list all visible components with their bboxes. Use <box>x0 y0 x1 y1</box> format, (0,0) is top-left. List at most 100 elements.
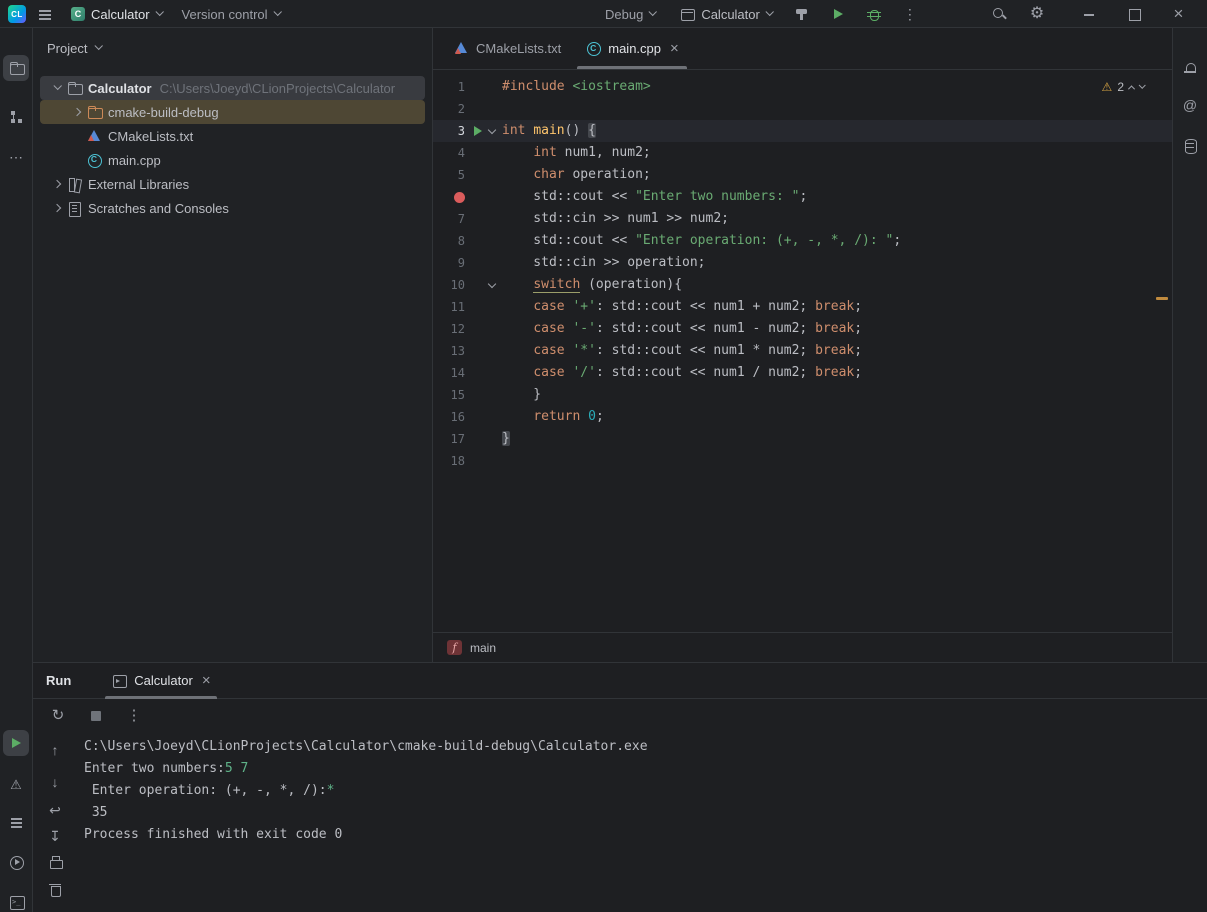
code-line-6[interactable]: std::cout << "Enter two numbers: "; <box>433 186 1172 208</box>
notifications-button[interactable] <box>1177 55 1203 81</box>
code-line-5[interactable]: 5 char operation; <box>433 164 1172 186</box>
console-line-4[interactable]: 35 <box>84 802 1199 824</box>
search-everywhere-button[interactable] <box>986 2 1012 26</box>
breadcrumb-function-name[interactable]: main <box>470 641 496 655</box>
prev-warning-chevron-icon[interactable] <box>1127 84 1136 92</box>
tree-row-main-cpp[interactable]: main.cpp <box>40 148 425 172</box>
code-line-17[interactable]: 17} <box>433 428 1172 450</box>
code-line-3[interactable]: 3 int main() { <box>433 120 1172 142</box>
services-tool-button[interactable] <box>3 849 29 875</box>
chevron-right-icon[interactable] <box>52 179 62 189</box>
maximize-button[interactable] <box>1111 0 1156 28</box>
terminal-tool-button[interactable] <box>3 889 29 912</box>
code-line-2[interactable]: 2 <box>433 98 1172 120</box>
line-number[interactable]: 12 <box>433 318 465 340</box>
run-tool-button[interactable] <box>3 730 29 756</box>
line-number[interactable]: 8 <box>433 230 465 252</box>
code-line-10[interactable]: 10 switch (operation){ <box>433 274 1172 296</box>
line-number[interactable] <box>433 186 465 208</box>
problems-tool-button[interactable]: ⚠ <box>3 771 29 797</box>
close-run-tab-icon[interactable]: × <box>202 673 211 688</box>
line-number[interactable]: 2 <box>433 98 465 120</box>
line-number[interactable]: 3 <box>433 120 465 142</box>
run-button[interactable] <box>825 2 851 26</box>
build-button[interactable] <box>789 2 815 26</box>
console-output[interactable]: C:\Users\Joeyd\CLionProjects\Calculator\… <box>84 736 1199 908</box>
code-line-8[interactable]: 8 std::cout << "Enter operation: (+, -, … <box>433 230 1172 252</box>
structure-tool-button[interactable] <box>3 104 29 130</box>
line-number[interactable]: 15 <box>433 384 465 406</box>
print-button[interactable] <box>42 854 68 870</box>
line-number[interactable]: 9 <box>433 252 465 274</box>
nav-up-button[interactable]: ↑ <box>42 743 68 757</box>
debug-button[interactable] <box>861 2 887 26</box>
line-number[interactable]: 17 <box>433 428 465 450</box>
run-config-selector[interactable]: Calculator <box>672 2 779 26</box>
ai-assistant-button[interactable]: @ <box>1177 92 1203 118</box>
console-line-2[interactable]: Enter two numbers:5 7 <box>84 758 1199 780</box>
tree-row-scratches-and-consoles[interactable]: Scratches and Consoles <box>40 196 425 220</box>
breakpoint-icon[interactable] <box>454 191 465 203</box>
code-line-4[interactable]: 4 int num1, num2; <box>433 142 1172 164</box>
code-line-7[interactable]: 7 std::cin >> num1 >> num2; <box>433 208 1172 230</box>
run-tab-calculator[interactable]: Calculator × <box>101 663 220 699</box>
todo-tool-button[interactable] <box>3 809 29 835</box>
tree-row-external-libraries[interactable]: External Libraries <box>40 172 425 196</box>
console-line-1[interactable]: C:\Users\Joeyd\CLionProjects\Calculator\… <box>84 736 1199 758</box>
project-panel-header[interactable]: Project <box>33 28 432 68</box>
code-editor[interactable]: 1 #include <iostream> 2 3 int main() {4 int … <box>433 70 1172 632</box>
close-tab-icon[interactable]: × <box>670 41 679 56</box>
code-line-16[interactable]: 16 return 0; <box>433 406 1172 428</box>
main-menu-button[interactable] <box>32 2 58 26</box>
tree-row-cmakelists-txt[interactable]: CMakeLists.txt <box>40 124 425 148</box>
chevron-right-icon[interactable] <box>72 107 82 117</box>
code-line-12[interactable]: 12 case '-': std::cout << num1 - num2; b… <box>433 318 1172 340</box>
code-line-13[interactable]: 13 case '*': std::cout << num1 * num2; b… <box>433 340 1172 362</box>
line-number[interactable]: 14 <box>433 362 465 384</box>
fold-chevron-icon[interactable] <box>487 279 497 289</box>
code-line-11[interactable]: 11 case '+': std::cout << num1 + num2; b… <box>433 296 1172 318</box>
line-number[interactable]: 1 <box>433 76 465 98</box>
soft-wrap-button[interactable]: ↩ <box>42 803 68 817</box>
line-number[interactable]: 10 <box>433 274 465 296</box>
rerun-button[interactable]: ↻ <box>45 704 71 728</box>
fold-chevron-icon[interactable] <box>487 125 497 135</box>
more-tool-windows-button[interactable]: ⋯ <box>3 144 29 170</box>
line-number[interactable]: 4 <box>433 142 465 164</box>
line-number[interactable]: 5 <box>433 164 465 186</box>
line-number[interactable]: 13 <box>433 340 465 362</box>
build-type-selector[interactable]: Debug <box>598 2 662 26</box>
more-run-actions-button[interactable]: ⋮ <box>897 2 923 26</box>
close-button[interactable]: × <box>1156 0 1201 28</box>
code-line-9[interactable]: 9 std::cin >> operation; <box>433 252 1172 274</box>
inspection-widget[interactable]: ⚠ 2 <box>1102 80 1146 94</box>
tab-cmakelists[interactable]: CMakeLists.txt <box>441 28 573 69</box>
tree-row-cmake-build-debug[interactable]: cmake-build-debug <box>40 100 425 124</box>
line-number[interactable]: 18 <box>433 450 465 472</box>
line-number[interactable]: 16 <box>433 406 465 428</box>
project-tool-button[interactable] <box>3 55 29 81</box>
version-control-menu[interactable]: Version control <box>175 2 287 26</box>
tab-main-cpp[interactable]: main.cpp × <box>573 28 691 69</box>
warning-stripe-mark[interactable] <box>1156 297 1168 300</box>
line-number[interactable]: 11 <box>433 296 465 318</box>
chevron-right-icon[interactable] <box>52 203 62 213</box>
settings-button[interactable]: ⚙ <box>1024 2 1050 26</box>
code-line-15[interactable]: 15 } <box>433 384 1172 406</box>
code-line-18[interactable]: 18 <box>433 450 1172 472</box>
code-line-14[interactable]: 14 case '/': std::cout << num1 / num2; b… <box>433 362 1172 384</box>
stop-button[interactable] <box>83 704 109 728</box>
tree-row-calculator[interactable]: Calculator C:\Users\Joeyd\CLionProjects\C… <box>40 76 425 100</box>
minimize-button[interactable] <box>1066 0 1111 28</box>
project-selector[interactable]: C Calculator <box>64 2 169 26</box>
code-line-1[interactable]: 1 #include <iostream> <box>433 76 1172 98</box>
chevron-down-icon[interactable] <box>53 81 62 91</box>
clear-console-button[interactable] <box>42 881 68 897</box>
run-line-icon[interactable] <box>474 126 482 136</box>
nav-down-button[interactable]: ↓ <box>42 775 68 789</box>
console-line-5[interactable]: Process finished with exit code 0 <box>84 824 1199 846</box>
line-number[interactable]: 7 <box>433 208 465 230</box>
database-tool-button[interactable] <box>1177 132 1203 158</box>
console-line-3[interactable]: Enter operation: (+, -, *, /):* <box>84 780 1199 802</box>
scroll-to-end-button[interactable]: ↧ <box>42 829 68 843</box>
